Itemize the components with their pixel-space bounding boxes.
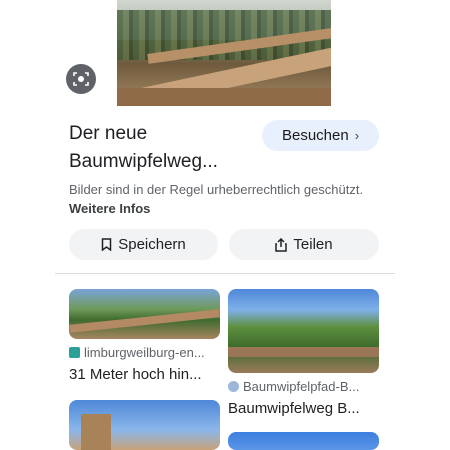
save-button[interactable]: Speichern [69, 229, 218, 260]
related-image-4[interactable] [228, 432, 379, 450]
result-title[interactable]: Der neue Baumwipfelweg... [69, 120, 259, 176]
related-image-1[interactable] [69, 289, 220, 339]
related-source-1[interactable]: limburgweilburg-en... [69, 345, 205, 360]
lens-button[interactable] [66, 64, 96, 94]
copyright-notice-text: Bilder sind in der Regel urheberrechtlic… [69, 182, 364, 197]
bookmark-icon [101, 238, 112, 251]
result-title-line2: Baumwipfelweg... [69, 151, 218, 172]
lens-icon [73, 72, 89, 86]
related-caption-1[interactable]: 31 Meter hoch hin... [69, 366, 202, 383]
site-favicon-icon [69, 347, 80, 358]
save-label: Speichern [118, 236, 186, 253]
hero-image[interactable] [117, 0, 331, 106]
result-title-line1: Der neue [69, 123, 148, 144]
hero-walkway [117, 88, 331, 106]
visit-button[interactable]: Besuchen › [262, 120, 379, 151]
site-favicon-icon [228, 381, 239, 392]
share-button[interactable]: Teilen [229, 229, 379, 260]
chevron-right-icon: › [354, 128, 360, 143]
copyright-notice: Bilder sind in der Regel urheberrechtlic… [69, 180, 369, 218]
section-divider [55, 273, 395, 274]
more-info-link[interactable]: Weitere Infos [69, 201, 150, 216]
related-source-2[interactable]: Baumwipfelpfad-B... [228, 379, 359, 394]
related-source-1-text: limburgweilburg-en... [84, 345, 205, 360]
related-image-2[interactable] [228, 289, 379, 373]
share-label: Teilen [293, 236, 333, 253]
related-image-3[interactable] [69, 400, 220, 450]
related-caption-2[interactable]: Baumwipfelweg B... [228, 400, 360, 417]
share-icon [275, 237, 288, 252]
visit-label: Besuchen [281, 127, 349, 144]
related-source-2-text: Baumwipfelpfad-B... [243, 379, 360, 394]
